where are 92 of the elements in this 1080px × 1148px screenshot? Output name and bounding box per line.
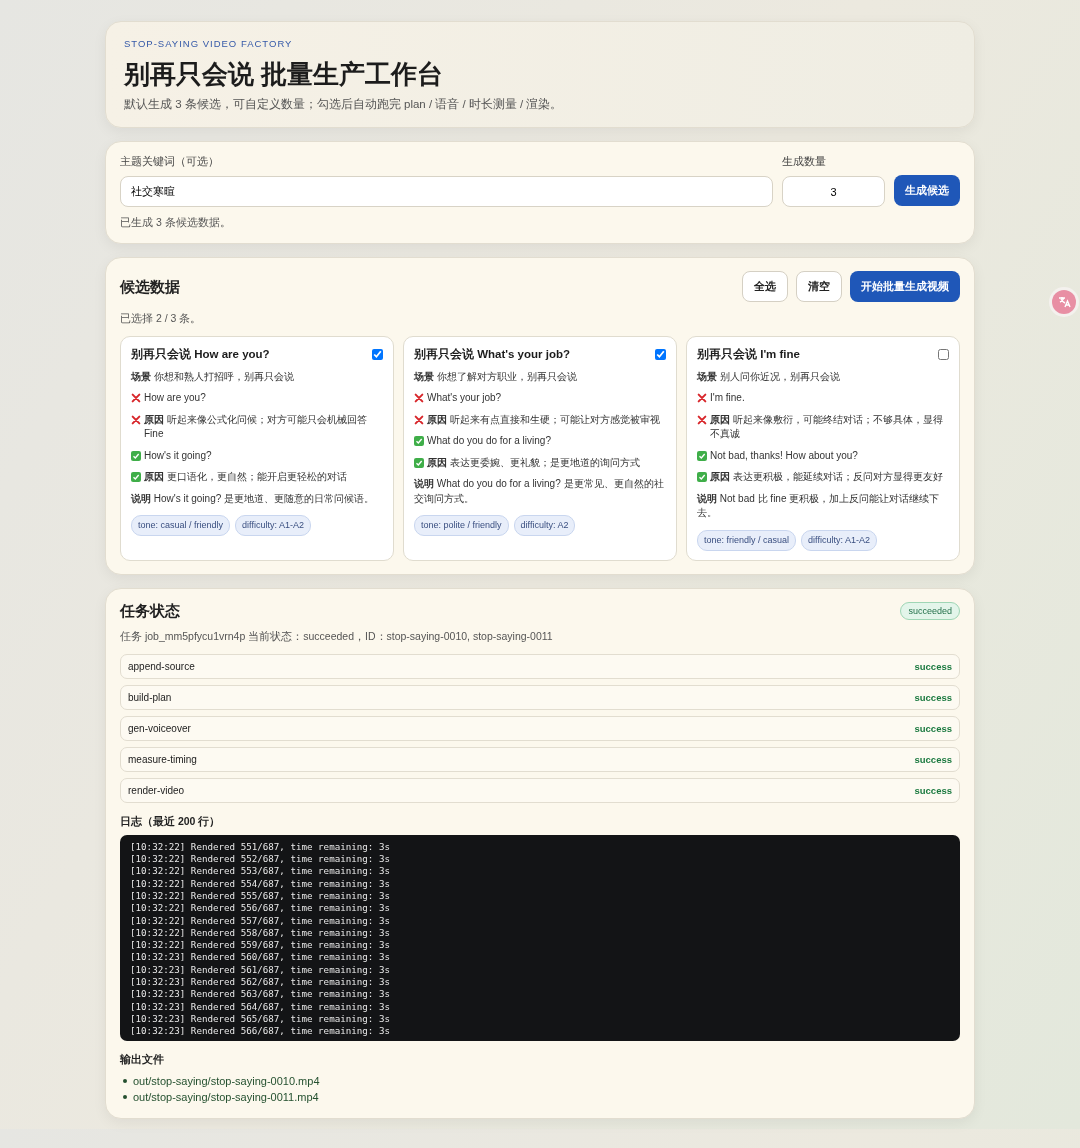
step-name: append-source <box>128 660 195 672</box>
cross-icon <box>414 393 424 404</box>
card-text: How are you? <box>144 391 206 406</box>
check-icon <box>697 472 707 483</box>
card-text: 原因 听起来有点直接和生硬；可能让对方感觉被审视 <box>427 412 660 427</box>
log-line: [10:32:23] Rendered 565/687, time remaining: 3s <box>130 1012 391 1026</box>
output-file-link[interactable]: out/stop-saying/stop-saying-0010.mp4 <box>133 1073 320 1090</box>
step-status: success <box>914 722 952 734</box>
action-button[interactable]: 清空 <box>796 271 842 302</box>
select-checkbox[interactable] <box>938 348 949 360</box>
action-button[interactable]: 全选 <box>742 271 788 302</box>
step-status: success <box>914 784 952 796</box>
cross-icon <box>414 414 424 425</box>
start-batch-button[interactable]: 开始批量生成视频 <box>850 271 960 302</box>
card-text: What's your job? <box>427 391 502 406</box>
tag-chip: difficulty: A1-A2 <box>801 529 877 551</box>
step-status: success <box>914 691 952 703</box>
card-text: 说明 How's it going? 是更地道、更随意的日常问候语。 <box>131 491 375 506</box>
generate-status: 已生成 3 条候选数据。 <box>120 216 232 230</box>
card-title: 别再只会说 How are you? <box>131 347 270 362</box>
tag-chip: tone: casual / friendly <box>131 515 231 537</box>
tag-chip: difficulty: A1-A2 <box>235 515 311 537</box>
keyword-input[interactable]: 社交寒暄 <box>120 176 773 207</box>
card-text: 场景 你想和熟人打招呼，别再只会说 <box>131 369 294 384</box>
tag-chip: difficulty: A2 <box>513 515 576 537</box>
outputs-title: 输出文件 <box>120 1053 165 1068</box>
log-line: [10:32:22] Rendered 558/687, time remaining: 3s <box>130 926 391 940</box>
card-text: 原因 听起来像敷衍，可能终结对话；不够具体，显得不真诚 <box>710 412 944 442</box>
section-title: 任务状态 <box>120 601 180 621</box>
check-icon <box>131 450 141 461</box>
output-file-link[interactable]: out/stop-saying/stop-saying-0011.mp4 <box>133 1089 319 1106</box>
card-text: 说明 Not bad 比 fine 更积极，加上反问能让对话继续下去。 <box>697 491 941 521</box>
card-title: 别再只会说 I'm fine <box>697 347 800 362</box>
log-line: [10:32:22] Rendered 553/687, time remaining: 3s <box>130 865 391 878</box>
step-name: render-video <box>128 784 185 796</box>
select-checkbox[interactable] <box>372 348 383 360</box>
cross-icon <box>131 393 141 404</box>
card-text: 原因 表达更积极，能延续对话；反问对方显得更友好 <box>710 470 943 485</box>
log-line: [10:32:22] Rendered 555/687, time remaining: 3s <box>130 889 391 903</box>
step-status: success <box>914 660 952 672</box>
log-line: [10:32:23] Rendered 564/687, time remaining: 3s <box>130 1000 391 1013</box>
page-subtitle: 默认生成 3 条候选，可自定义数量；勾选后自动跑完 plan / 语音 / 时长测量 / 渲染。 <box>124 97 564 112</box>
check-icon <box>414 436 424 447</box>
log-line: [10:32:23] Rendered 563/687, time remaining: 3s <box>130 988 391 1001</box>
bullet-icon <box>123 1079 127 1084</box>
check-icon <box>414 457 424 468</box>
cross-icon <box>697 393 707 404</box>
job-summary: 任务 job_mm5pfycu1vrn4p 当前状态：succeeded，ID：stop-saying-0010, stop-saying-0011 <box>120 629 554 644</box>
log-line: [10:32:22] Rendered 552/687, time remaining: 3s <box>130 853 391 866</box>
card-text: 场景 别人问你近况，别再只会说 <box>697 369 840 384</box>
tag-chip: tone: polite / friendly <box>414 515 509 537</box>
generate-button[interactable]: 生成候选 <box>894 175 960 206</box>
card-text: 原因 更口语化，更自然；能开启更轻松的对话 <box>144 470 347 485</box>
eyebrow-label: STOP-SAYING VIDEO FACTORY <box>124 38 294 49</box>
log-line: [10:32:23] Rendered 562/687, time remaining: 3s <box>130 976 391 989</box>
check-icon <box>697 450 707 461</box>
log-line: [10:32:23] Rendered 561/687, time remaining: 3s <box>130 963 391 976</box>
selection-count: 已选择 2 / 3 条。 <box>120 312 203 326</box>
page-title: 别再只会说 批量生产工作台 <box>124 58 445 91</box>
step-status: success <box>914 753 952 765</box>
log-line: [10:32:22] Rendered 557/687, time remaining: 3s <box>130 914 391 927</box>
step-name: gen-voiceover <box>128 722 191 734</box>
card-text: What do you do for a living? <box>427 434 551 449</box>
card-text: I'm fine. <box>710 391 745 406</box>
card-text: 场景 你想了解对方职业，别再只会说 <box>414 369 577 384</box>
select-checkbox[interactable] <box>655 348 666 360</box>
translate-icon[interactable] <box>1052 290 1076 314</box>
log-line: [10:32:23] Rendered 560/687, time remaining: 3s <box>130 951 391 964</box>
keyword-label: 主题关键词（可选） <box>120 155 220 169</box>
card-title: 别再只会说 What's your job? <box>414 347 570 362</box>
cross-icon <box>697 414 707 425</box>
log-line: [10:32:22] Rendered 554/687, time remaining: 3s <box>130 877 391 890</box>
step-name: measure-timing <box>128 753 197 765</box>
bullet-icon <box>123 1095 127 1100</box>
count-input[interactable]: 3 <box>782 176 885 207</box>
section-title: 候选数据 <box>120 277 180 297</box>
log-line: [10:32:22] Rendered 556/687, time remaining: 3s <box>130 902 391 915</box>
card-text: Not bad, thanks! How about you? <box>710 448 858 463</box>
log-title: 日志（最近 200 行） <box>120 814 222 829</box>
cross-icon <box>131 414 141 425</box>
count-label: 生成数量 <box>782 155 827 169</box>
card-text: How's it going? <box>144 448 212 463</box>
card-text: 原因 听起来像公式化问候；对方可能只会机械回答 Fine <box>144 412 368 442</box>
tag-chip: tone: friendly / casual <box>697 529 797 551</box>
card-text: 原因 表达更委婉、更礼貌；是更地道的询问方式 <box>427 455 640 470</box>
log-line: [10:32:23] Rendered 566/687, time remaining: 3s <box>130 1025 391 1038</box>
log-line: [10:32:22] Rendered 551/687, time remaining: 3s <box>130 840 391 853</box>
step-name: build-plan <box>128 691 172 703</box>
status-badge: succeeded <box>900 602 960 621</box>
log-line: [10:32:22] Rendered 559/687, time remaining: 3s <box>130 939 391 952</box>
check-icon <box>131 472 141 483</box>
card-text: 说明 What do you do for a living? 是更常见、更自然的社交询问方式。 <box>414 477 665 506</box>
